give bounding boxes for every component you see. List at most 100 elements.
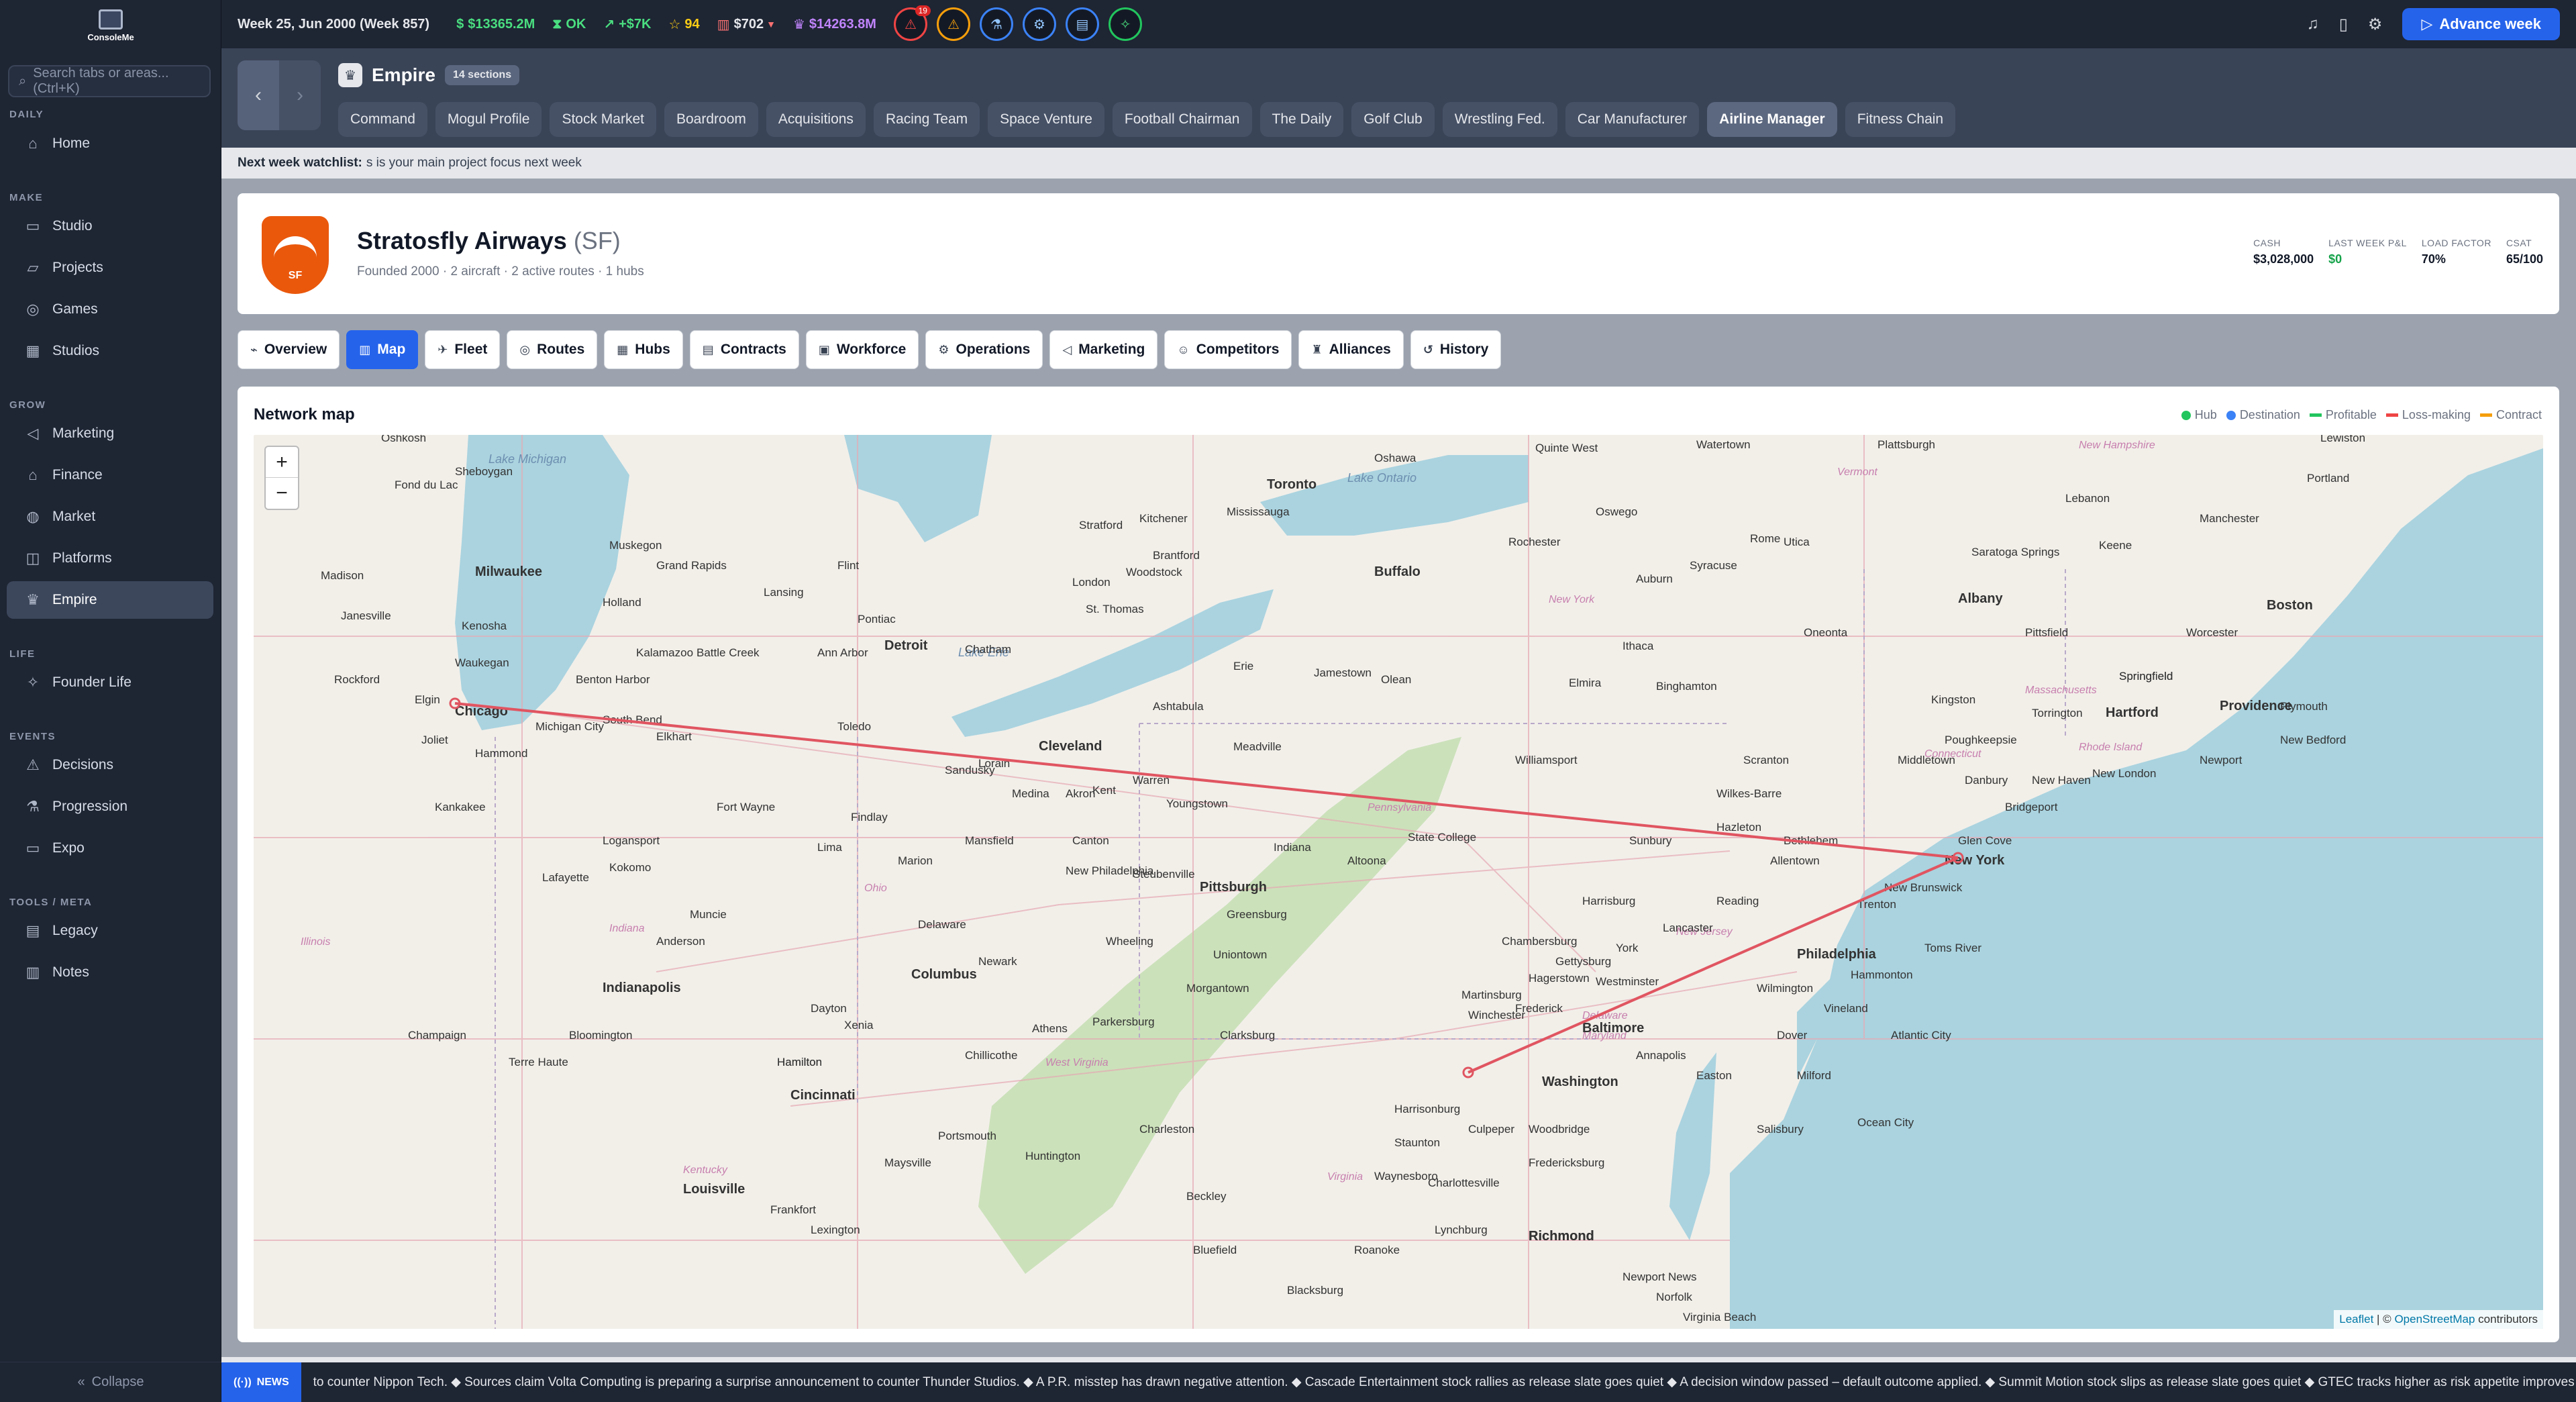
tab-fitness-chain[interactable]: Fitness Chain — [1845, 102, 1956, 137]
network-map[interactable]: Lake Michigan Lake Ontario Lake Erie Ill… — [254, 435, 2543, 1329]
main-content: SF Stratosfly Airways (SF) Founded 2000 … — [221, 179, 2576, 1357]
city-label: Chillicothe — [965, 1049, 1017, 1062]
sidebar-item-studios[interactable]: ▦ Studios — [7, 332, 213, 370]
tab-mogul-profile[interactable]: Mogul Profile — [435, 102, 542, 137]
tab-competitors[interactable]: ☺ Competitors — [1164, 330, 1292, 369]
sidebar-item-platforms[interactable]: ◫ Platforms — [7, 540, 213, 577]
city-label: Bloomington — [569, 1029, 633, 1042]
sidebar-item-progression[interactable]: ⚗ Progression — [7, 788, 213, 825]
city-label: Mississauga — [1227, 505, 1290, 518]
wing-icon — [274, 236, 317, 263]
city-label: Milwaukee — [475, 564, 542, 579]
city-label: Boston — [2267, 598, 2313, 613]
sidebar-item-projects[interactable]: ▱ Projects — [7, 249, 213, 287]
lab-button[interactable]: ⚗ — [979, 7, 1013, 41]
sidebar-item-decisions[interactable]: ⚠ Decisions — [7, 746, 213, 784]
tab-car-manufacturer[interactable]: Car Manufacturer — [1565, 102, 1700, 137]
warnings-button[interactable]: ⚠ — [936, 7, 970, 41]
city-label: Rockford — [334, 673, 380, 686]
tab-routes[interactable]: ◎ Routes — [507, 330, 598, 369]
advance-week-button[interactable]: ▷ Advance week — [2402, 8, 2560, 40]
tab-airline-manager[interactable]: Airline Manager — [1707, 102, 1837, 137]
search-input[interactable]: ⌕ Search tabs or areas... (Ctrl+K) — [8, 65, 211, 97]
tab-boardroom[interactable]: Boardroom — [664, 102, 758, 137]
tab-acquisitions[interactable]: Acquisitions — [766, 102, 866, 137]
tab-stock-market[interactable]: Stock Market — [550, 102, 656, 137]
zoom-out-button[interactable]: − — [266, 478, 298, 509]
sparkle-icon: ✧ — [1119, 17, 1131, 32]
collapse-button[interactable]: «Collapse — [0, 1362, 221, 1402]
tab-marketing[interactable]: ◁ Marketing — [1049, 330, 1158, 369]
sidebar-item-home[interactable]: ⌂ Home — [7, 125, 213, 162]
growth-button[interactable]: ✧ — [1108, 7, 1142, 41]
city-label: Norfolk — [1656, 1291, 1692, 1303]
leaflet-link[interactable]: Leaflet — [2339, 1313, 2373, 1325]
city-label: Kalamazoo — [636, 646, 693, 659]
city-label: Anderson — [656, 935, 705, 948]
alerts-badge: 19 — [915, 5, 931, 16]
city-label: Reading — [1716, 895, 1759, 907]
tab-overview[interactable]: ⌁ Overview — [238, 330, 340, 369]
city-label: Canton — [1072, 834, 1109, 847]
city-label: Olean — [1381, 673, 1411, 686]
city-label: Pontiac — [858, 613, 896, 625]
gear-icon: ⚙ — [938, 342, 949, 356]
briefcase-icon: ▣ — [818, 342, 830, 356]
tab-command[interactable]: Command — [338, 102, 427, 137]
sidebar-item-games[interactable]: ◎ Games — [7, 291, 213, 328]
watchlist-text: s is your main project focus next week — [366, 156, 582, 170]
tab-football-chairman[interactable]: Football Chairman — [1112, 102, 1252, 137]
sidebar-item-expo[interactable]: ▭ Expo — [7, 830, 213, 867]
city-label: Charleston — [1139, 1123, 1194, 1136]
zoom-in-button[interactable]: + — [266, 447, 298, 478]
app-logo[interactable]: ConsoleMe — [67, 9, 154, 47]
city-label: Manchester — [2200, 512, 2259, 525]
city-label: Hammond — [475, 747, 527, 760]
crown-icon: ♛ — [26, 591, 40, 608]
tab-map[interactable]: ▥ Map — [346, 330, 419, 369]
city-label: Mansfield — [965, 834, 1014, 847]
tab-operations[interactable]: ⚙ Operations — [925, 330, 1043, 369]
sidebar-item-founder-life[interactable]: ✧ Founder Life — [7, 664, 213, 701]
alerts-button[interactable]: ⚠ 19 — [893, 5, 931, 41]
plane-icon: ✈ — [437, 342, 448, 356]
tab-golf-club[interactable]: Golf Club — [1351, 102, 1435, 137]
tab-workforce[interactable]: ▣ Workforce — [805, 330, 919, 369]
sidebar-item-studio[interactable]: ▭ Studio — [7, 207, 213, 245]
city-label: Kankakee — [435, 801, 486, 813]
tab-wrestling-fed[interactable]: Wrestling Fed. — [1442, 102, 1557, 137]
sidebar-item-marketing[interactable]: ◁ Marketing — [7, 415, 213, 452]
book-icon[interactable]: ▯ — [2339, 15, 2348, 34]
city-label: Newport — [2200, 754, 2243, 766]
gear-icon[interactable]: ⚙ — [2368, 15, 2383, 34]
tab-the-daily[interactable]: The Daily — [1259, 102, 1344, 137]
city-label: Woodbridge — [1529, 1123, 1590, 1136]
city-label: Bridgeport — [2005, 801, 2058, 813]
tab-contracts[interactable]: ▤ Contracts — [689, 330, 799, 369]
airline-logo: SF — [262, 216, 329, 294]
sidebar-item-market[interactable]: ◍ Market — [7, 498, 213, 536]
osm-link[interactable]: OpenStreetMap — [2394, 1313, 2475, 1325]
building-icon: ▦ — [25, 342, 40, 359]
tab-hubs[interactable]: ▦ Hubs — [604, 330, 683, 369]
music-icon[interactable]: ♫ — [2307, 15, 2319, 34]
section-events: EVENTS — [9, 731, 56, 742]
city-label: Portsmouth — [938, 1130, 996, 1142]
tab-history[interactable]: ↺ History — [1410, 330, 1502, 369]
city-label: Dover — [1777, 1029, 1808, 1042]
route-line[interactable] — [454, 702, 1959, 859]
sidebar-item-empire[interactable]: ♛ Empire — [7, 581, 213, 619]
forward-button[interactable]: › — [279, 60, 321, 130]
sidebar-item-legacy[interactable]: ▤ Legacy — [7, 912, 213, 950]
back-button[interactable]: ‹ — [238, 60, 279, 130]
tab-alliances[interactable]: ♜ Alliances — [1298, 330, 1404, 369]
settings-cycle-button[interactable]: ⚙ — [1022, 7, 1056, 41]
sidebar-item-finance[interactable]: ⌂ Finance — [7, 456, 213, 494]
tab-space-venture[interactable]: Space Venture — [988, 102, 1104, 137]
tab-racing-team[interactable]: Racing Team — [873, 102, 980, 137]
sidebar-item-notes[interactable]: ▥ Notes — [7, 954, 213, 991]
tab-fleet[interactable]: ✈ Fleet — [425, 330, 501, 369]
film-button[interactable]: ▤ — [1065, 7, 1099, 41]
city-label: York — [1616, 942, 1639, 954]
city-label: London — [1072, 576, 1111, 589]
